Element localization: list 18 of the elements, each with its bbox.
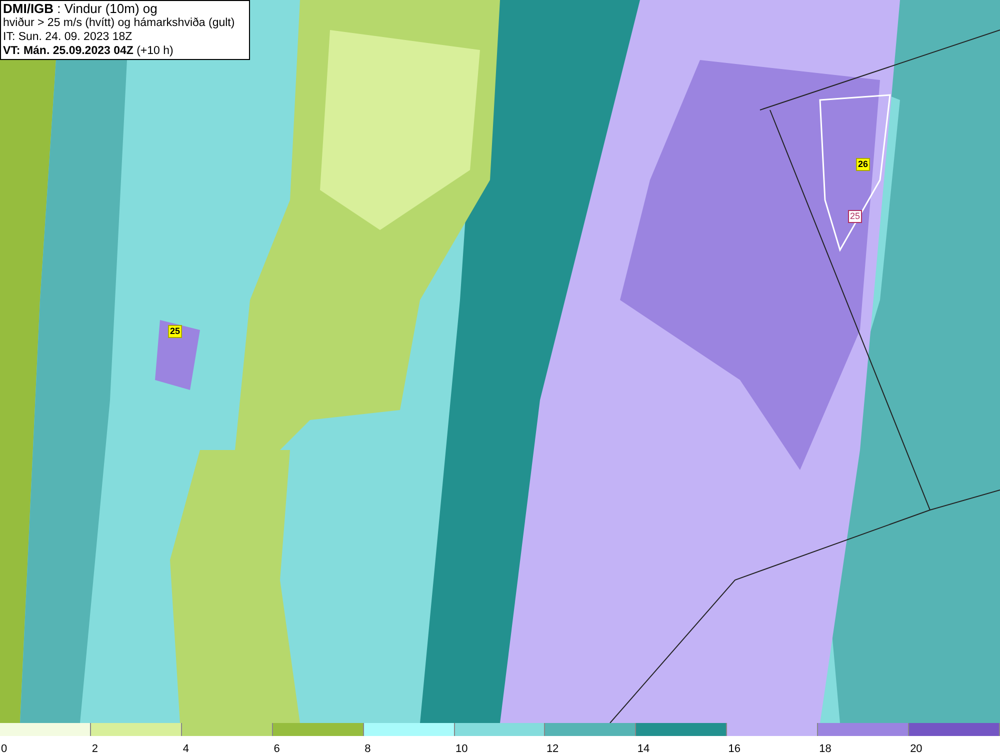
legend-tick: 18 — [818, 743, 832, 753]
legend-tick: 0 — [0, 743, 8, 753]
gust-label: 25 — [168, 325, 182, 338]
legend-tick: 10 — [454, 743, 468, 753]
legend-tick: 2 — [90, 743, 98, 753]
title-line: DMI/IGB : Vindur (10m) og — [3, 2, 158, 16]
legend-tick: 6 — [272, 743, 280, 753]
legend-tick: 14 — [636, 743, 650, 753]
title-line: VT: Mán. 25.09.2023 04Z (+10 h) — [3, 44, 174, 58]
gust-label: 26 — [856, 158, 870, 171]
title-line: IT: Sun. 24. 09. 2023 18Z — [3, 30, 132, 44]
legend-tick: 20 — [909, 743, 922, 753]
gust-label: 25 — [848, 210, 862, 223]
legend-tick: 12 — [545, 743, 559, 753]
legend-tick: 8 — [364, 743, 371, 753]
legend-tick: 16 — [727, 743, 740, 753]
legend-tick: 4 — [182, 743, 189, 753]
title-line: hviður > 25 m/s (hvítt) og hámarkshviða (gult) — [3, 16, 235, 30]
